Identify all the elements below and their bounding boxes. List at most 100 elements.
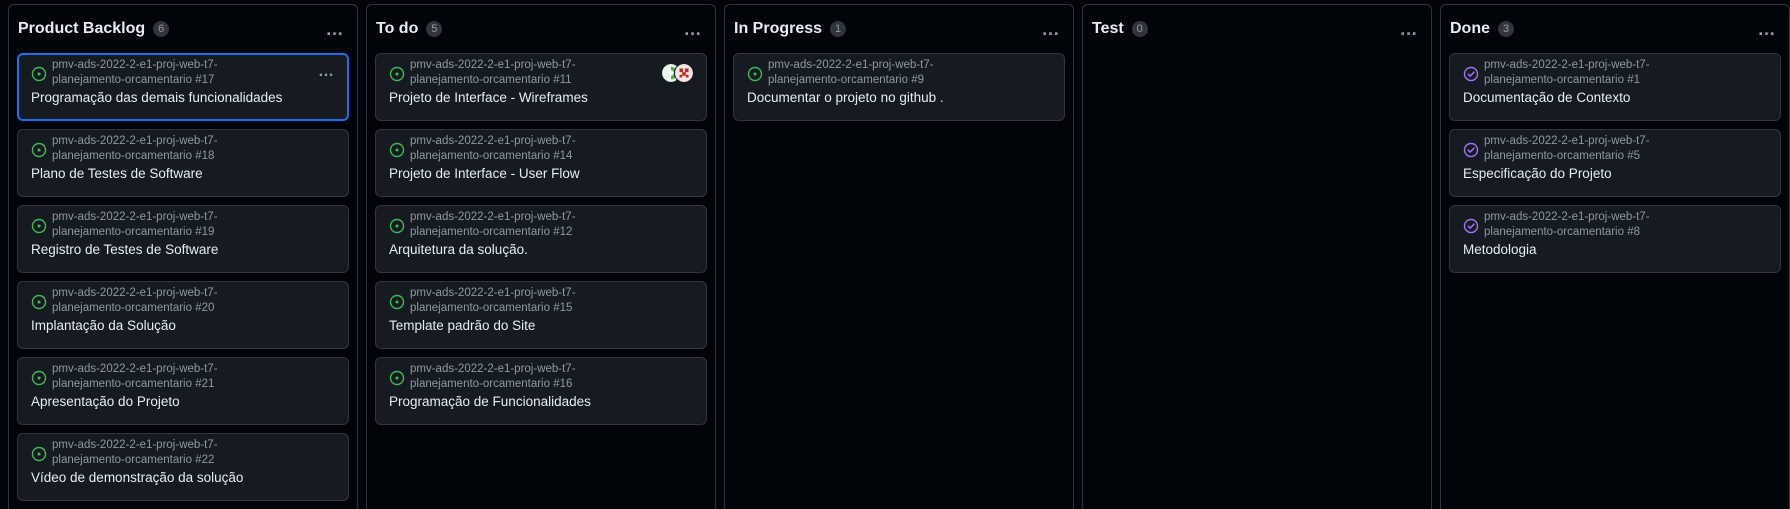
column-options-button[interactable]: … xyxy=(1037,15,1065,43)
card-repo-ref[interactable]: pmv-ads-2022-2-e1-proj-web-t7- planejame… xyxy=(1484,58,1650,88)
issue-card[interactable]: pmv-ads-2022-2-e1-proj-web-t7- planejame… xyxy=(375,357,707,425)
card-repo-ref[interactable]: pmv-ads-2022-2-e1-proj-web-t7- planejame… xyxy=(52,210,218,240)
repo-name: pmv-ads-2022-2-e1-proj-web-t7- xyxy=(52,287,218,299)
card-header: pmv-ads-2022-2-e1-proj-web-t7- planejame… xyxy=(31,58,336,88)
issue-open-icon xyxy=(31,66,47,82)
column-options-button[interactable]: … xyxy=(321,15,349,43)
issue-card[interactable]: pmv-ads-2022-2-e1-proj-web-t7- planejame… xyxy=(1449,205,1781,273)
card-repo-ref[interactable]: pmv-ads-2022-2-e1-proj-web-t7- planejame… xyxy=(1484,210,1650,240)
issue-card[interactable]: pmv-ads-2022-2-e1-proj-web-t7- planejame… xyxy=(375,205,707,273)
column-options-button[interactable]: … xyxy=(1395,15,1423,43)
issue-card[interactable]: pmv-ads-2022-2-e1-proj-web-t7- planejame… xyxy=(1449,129,1781,197)
issue-number: planejamento-orcamentario #5 xyxy=(1484,150,1640,162)
issue-title[interactable]: Projeto de Interface - Wireframes xyxy=(389,89,694,107)
card-repo-ref[interactable]: pmv-ads-2022-2-e1-proj-web-t7- planejame… xyxy=(52,286,218,316)
issue-card[interactable]: pmv-ads-2022-2-e1-proj-web-t7- planejame… xyxy=(17,281,349,349)
issue-card[interactable]: pmv-ads-2022-2-e1-proj-web-t7- planejame… xyxy=(17,129,349,197)
card-repo-ref[interactable]: pmv-ads-2022-2-e1-proj-web-t7- planejame… xyxy=(52,134,218,164)
issue-title[interactable]: Programação de Funcionalidades xyxy=(389,393,694,411)
issue-number: planejamento-orcamentario #22 xyxy=(52,454,215,466)
assignee-avatars[interactable] xyxy=(661,63,694,83)
issue-open-icon xyxy=(31,142,47,158)
card-repo-ref[interactable]: pmv-ads-2022-2-e1-proj-web-t7- planejame… xyxy=(52,58,218,88)
issue-number: planejamento-orcamentario #1 xyxy=(1484,74,1640,86)
card-header: pmv-ads-2022-2-e1-proj-web-t7- planejame… xyxy=(31,438,336,468)
issue-title[interactable]: Documentar o projeto no github . xyxy=(747,89,1052,107)
issue-closed-icon xyxy=(1463,218,1479,234)
issue-card[interactable]: pmv-ads-2022-2-e1-proj-web-t7- planejame… xyxy=(17,205,349,273)
issue-open-icon xyxy=(389,66,405,82)
issue-card[interactable]: pmv-ads-2022-2-e1-proj-web-t7- planejame… xyxy=(375,129,707,197)
card-header: pmv-ads-2022-2-e1-proj-web-t7- planejame… xyxy=(389,286,694,316)
issue-card[interactable]: pmv-ads-2022-2-e1-proj-web-t7- planejame… xyxy=(17,53,349,121)
issue-card[interactable]: pmv-ads-2022-2-e1-proj-web-t7- planejame… xyxy=(733,53,1065,121)
issue-open-icon xyxy=(389,218,405,234)
issue-title[interactable]: Especificação do Projeto xyxy=(1463,165,1768,183)
card-repo-ref[interactable]: pmv-ads-2022-2-e1-proj-web-t7- planejame… xyxy=(410,134,576,164)
card-repo-ref[interactable]: pmv-ads-2022-2-e1-proj-web-t7- planejame… xyxy=(410,210,576,240)
issue-number: planejamento-orcamentario #9 xyxy=(768,74,924,86)
issue-closed-icon xyxy=(1463,66,1479,82)
card-header: pmv-ads-2022-2-e1-proj-web-t7- planejame… xyxy=(1463,134,1768,164)
card-header: pmv-ads-2022-2-e1-proj-web-t7- planejame… xyxy=(1463,210,1768,240)
issue-number: planejamento-orcamentario #17 xyxy=(52,74,215,86)
issue-open-icon xyxy=(31,446,47,462)
issue-card[interactable]: pmv-ads-2022-2-e1-proj-web-t7- planejame… xyxy=(375,53,707,121)
issue-number: planejamento-orcamentario #14 xyxy=(410,150,573,162)
column-title: Done xyxy=(1450,20,1490,37)
issue-title[interactable]: Projeto de Interface - User Flow xyxy=(389,165,694,183)
column-title: In Progress xyxy=(734,20,823,37)
issue-open-icon xyxy=(31,370,47,386)
issue-title[interactable]: Implantação da Solução xyxy=(31,317,336,335)
card-repo-ref[interactable]: pmv-ads-2022-2-e1-proj-web-t7- planejame… xyxy=(52,438,218,468)
card-repo-ref[interactable]: pmv-ads-2022-2-e1-proj-web-t7- planejame… xyxy=(1484,134,1650,164)
issue-title[interactable]: Arquitetura da solução. xyxy=(389,241,694,259)
board-column: In Progress 1 … pmv-ads-2022-2-e1-proj-w… xyxy=(724,4,1074,509)
column-count-badge: 5 xyxy=(426,21,443,37)
issue-card[interactable]: pmv-ads-2022-2-e1-proj-web-t7- planejame… xyxy=(375,281,707,349)
issue-title[interactable]: Programação das demais funcionalidades xyxy=(31,89,336,107)
column-header: To do 5 … xyxy=(367,5,715,53)
card-options-button[interactable]: … xyxy=(318,63,335,81)
issue-card[interactable]: pmv-ads-2022-2-e1-proj-web-t7- planejame… xyxy=(17,433,349,501)
column-header: In Progress 1 … xyxy=(725,5,1073,53)
card-repo-ref[interactable]: pmv-ads-2022-2-e1-proj-web-t7- planejame… xyxy=(768,58,934,88)
issue-number: planejamento-orcamentario #18 xyxy=(52,150,215,162)
avatar xyxy=(674,63,694,83)
column-count-badge: 3 xyxy=(1498,21,1514,37)
issue-open-icon xyxy=(747,66,763,82)
issue-card[interactable]: pmv-ads-2022-2-e1-proj-web-t7- planejame… xyxy=(17,357,349,425)
card-repo-ref[interactable]: pmv-ads-2022-2-e1-proj-web-t7- planejame… xyxy=(52,362,218,392)
repo-name: pmv-ads-2022-2-e1-proj-web-t7- xyxy=(52,363,218,375)
issue-open-icon xyxy=(389,294,405,310)
card-repo-ref[interactable]: pmv-ads-2022-2-e1-proj-web-t7- planejame… xyxy=(410,286,576,316)
column-options-button[interactable]: … xyxy=(1753,15,1781,43)
card-repo-ref[interactable]: pmv-ads-2022-2-e1-proj-web-t7- planejame… xyxy=(410,362,576,392)
issue-card[interactable]: pmv-ads-2022-2-e1-proj-web-t7- planejame… xyxy=(1449,53,1781,121)
board-column: Done 3 … pmv-ads-2022-2-e1-proj-web-t7- … xyxy=(1440,4,1790,509)
repo-name: pmv-ads-2022-2-e1-proj-web-t7- xyxy=(410,211,576,223)
issue-title[interactable]: Apresentação do Projeto xyxy=(31,393,336,411)
board-column: To do 5 … pmv-ads-2022-2-e1-proj-web-t7-… xyxy=(366,4,716,509)
issue-title[interactable]: Template padrão do Site xyxy=(389,317,694,335)
column-title: Test xyxy=(1092,20,1124,37)
repo-name: pmv-ads-2022-2-e1-proj-web-t7- xyxy=(1484,211,1650,223)
issue-title[interactable]: Registro de Testes de Software xyxy=(31,241,336,259)
issue-title[interactable]: Plano de Testes de Software xyxy=(31,165,336,183)
issue-open-icon xyxy=(389,370,405,386)
issue-closed-icon xyxy=(1463,142,1479,158)
issue-title[interactable]: Documentação de Contexto xyxy=(1463,89,1768,107)
issue-title[interactable]: Metodologia xyxy=(1463,241,1768,259)
column-title: Product Backlog xyxy=(18,20,146,37)
column-header: Product Backlog 6 … xyxy=(9,5,357,53)
card-repo-ref[interactable]: pmv-ads-2022-2-e1-proj-web-t7- planejame… xyxy=(410,58,576,88)
issue-number: planejamento-orcamentario #19 xyxy=(52,226,215,238)
repo-name: pmv-ads-2022-2-e1-proj-web-t7- xyxy=(410,135,576,147)
column-options-button[interactable]: … xyxy=(679,15,707,43)
repo-name: pmv-ads-2022-2-e1-proj-web-t7- xyxy=(410,59,576,71)
repo-name: pmv-ads-2022-2-e1-proj-web-t7- xyxy=(52,59,218,71)
issue-number: planejamento-orcamentario #16 xyxy=(410,378,573,390)
card-header: pmv-ads-2022-2-e1-proj-web-t7- planejame… xyxy=(389,362,694,392)
issue-title[interactable]: Vídeo de demonstração da solução xyxy=(31,469,336,487)
repo-name: pmv-ads-2022-2-e1-proj-web-t7- xyxy=(52,439,218,451)
